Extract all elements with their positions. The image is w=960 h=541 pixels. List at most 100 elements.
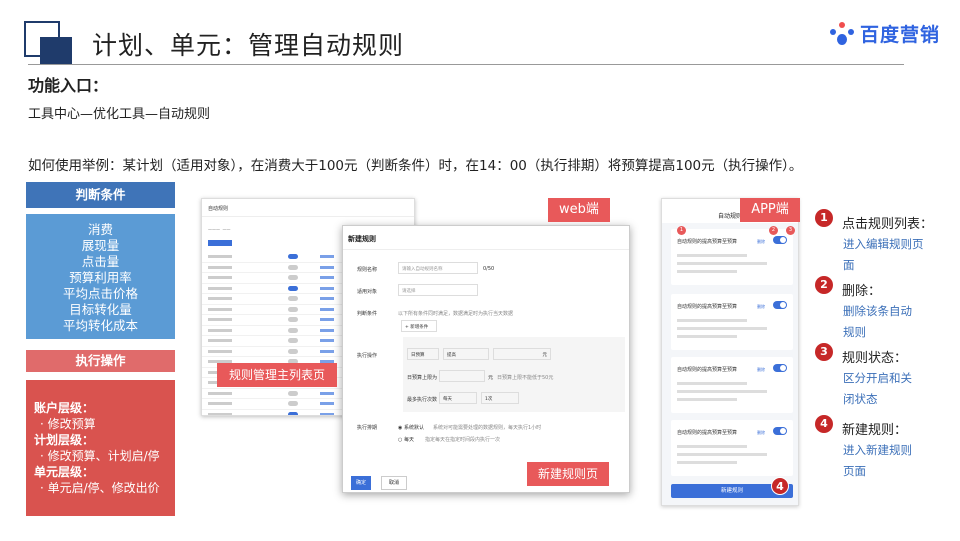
op-cap-hint: 日预算上限不能低于50元 [497, 375, 554, 381]
sched-label: 执行排期 [357, 425, 378, 431]
rule-toggle[interactable] [288, 401, 298, 406]
note-title: 新建规则： [842, 423, 908, 438]
rule-toggle[interactable] [288, 327, 298, 333]
note-desc: 页面 [843, 464, 866, 478]
list-page-tag: 规则管理主列表页 [217, 363, 337, 387]
action-item: · 单元启/停、修改出价 [40, 481, 160, 495]
rule-toggle[interactable] [288, 348, 298, 354]
app-delete-link[interactable]: 删除 [757, 430, 765, 436]
rule-list-title: 自动规则 [202, 199, 414, 217]
rule-toggle[interactable] [288, 285, 298, 291]
action-level: 计划层级： [34, 433, 95, 447]
op-raise-select[interactable]: 提高 [443, 348, 489, 360]
note-title: 点击规则列表： [842, 217, 934, 232]
condition-item: 展现量 [81, 238, 120, 253]
app-rule-card[interactable]: 自动规则的提高预算至预算 删除 [671, 357, 793, 413]
app-card-title: 自动规则的提高预算至预算 [677, 367, 738, 373]
web-tag: web端 [548, 198, 610, 222]
action-level: 账户层级： [34, 401, 95, 415]
app-card-title: 自动规则的提高预算至预算 [677, 430, 738, 436]
app-tag: APP端 [740, 198, 800, 222]
note-number: 3 [815, 343, 833, 361]
rule-toggle[interactable] [288, 275, 298, 280]
header-divider [28, 64, 904, 65]
app-card-title: 自动规则的提高预算至预算 [677, 239, 738, 245]
new-rule-dialog: 新建规则 规则名称 请输入自动规则名称 0/50 适用对象 请选择 判断条件 以… [342, 225, 630, 493]
condition-item: 平均转化成本 [62, 318, 138, 333]
op-cap-input[interactable] [439, 370, 485, 382]
op-times-label: 最多执行次数 [407, 397, 438, 403]
note-title: 规则状态： [842, 351, 908, 366]
condition-item: 点击量 [81, 254, 120, 269]
app-rule-switch[interactable] [773, 364, 787, 372]
cond-label: 判断条件 [357, 311, 378, 317]
rule-toggle[interactable] [288, 338, 298, 343]
app-rule-card[interactable]: 自动规则的提高预算至预算 删除 [671, 229, 793, 285]
logo-text: 百度营销 [860, 24, 941, 46]
op-times-select[interactable]: 1次 [481, 392, 519, 404]
sched-option-default[interactable]: ◉ 系统默认 [398, 424, 424, 431]
note-desc: 区分开启和关 [843, 371, 912, 385]
condition-item: 预算利用率 [69, 270, 132, 285]
target-label: 适用对象 [357, 289, 378, 295]
rule-toggle[interactable] [288, 296, 298, 301]
sched-option-daily[interactable]: ○ 每天 [398, 436, 414, 443]
usage-example: 如何使用举例：某计划（适用对象），在消费大于100元（判断条件）时，在14：00… [28, 158, 803, 174]
condition-item: 平均点击价格 [62, 286, 138, 301]
action-item: · 修改预算、计划启/停 [40, 449, 160, 463]
conditions-heading: 判断条件 [26, 182, 175, 208]
rule-toggle[interactable] [288, 306, 298, 312]
app-rule-switch[interactable] [773, 427, 787, 435]
add-rule-button[interactable] [208, 240, 232, 246]
app-delete-link[interactable]: 删除 [757, 304, 765, 310]
note-desc: 面 [843, 258, 855, 272]
app-rule-card[interactable]: 自动规则的提高预算至预算 删除 [671, 420, 793, 476]
action-item: · 修改预算 [40, 417, 96, 431]
name-count: 0/50 [483, 266, 495, 272]
op-budget-select[interactable]: 日预算 [407, 348, 439, 360]
rule-toggle[interactable] [288, 390, 298, 396]
target-select[interactable]: 请选择 [398, 284, 478, 296]
note-desc: 进入编辑规则页 [843, 237, 924, 251]
app-delete-link[interactable]: 删除 [757, 367, 765, 373]
cond-hint: 以下所有条件同时满足，数据满足时为执行当天数据 [398, 311, 514, 317]
entry-path: 工具中心—优化工具—自动规则 [28, 107, 211, 122]
op-times-freq-select[interactable]: 每天 [439, 392, 477, 404]
cancel-button[interactable]: 取消 [381, 476, 407, 490]
app-delete-link[interactable]: 删除 [757, 239, 765, 245]
op-label: 执行操作 [357, 353, 378, 359]
rule-name-input[interactable]: 请输入自动规则名称 [398, 262, 478, 274]
add-condition-button[interactable]: + 新增条件 [401, 320, 437, 332]
rule-toggle[interactable] [288, 317, 298, 322]
app-badge-1: 1 [677, 226, 686, 235]
app-rule-switch[interactable] [773, 301, 787, 309]
condition-item: 消费 [87, 222, 113, 237]
condition-item: 目标转化量 [69, 302, 132, 317]
page-title: 计划、单元：管理自动规则 [92, 31, 405, 60]
note-title: 删除： [842, 284, 882, 299]
note-desc: 闭状态 [843, 392, 878, 406]
sched-option-default-desc: 系统对可能需要处理的数据规则，每天执行1小时 [433, 425, 542, 431]
note-desc: 删除该条自动 [843, 304, 912, 318]
app-rule-card[interactable]: 自动规则的提高预算至预算 删除 [671, 294, 793, 350]
rule-toggle[interactable] [288, 254, 298, 259]
op-cap-unit: 元 [488, 375, 494, 381]
rule-toggle[interactable] [288, 264, 298, 270]
baidu-logo: 百度营销 [830, 20, 940, 47]
action-level: 单元层级： [34, 465, 95, 479]
entry-heading: 功能入口： [28, 76, 109, 95]
op-amount-input[interactable]: 元 [493, 348, 551, 360]
actions-list: 账户层级： · 修改预算 计划层级： · 修改预算、计划启/停 单元层级： · … [26, 380, 175, 516]
name-label: 规则名称 [357, 267, 378, 273]
note-desc: 规则 [843, 325, 866, 339]
app-card-title: 自动规则的提高预算至预算 [677, 304, 738, 310]
app-badge-3: 3 [786, 226, 795, 235]
baidu-paw-icon [830, 21, 854, 46]
rule-toggle[interactable] [288, 411, 298, 415]
note-number: 1 [815, 209, 833, 227]
conditions-list: 消费 展现量 点击量 预算利用率 平均点击价格 目标转化量 平均转化成本 [26, 214, 175, 339]
app-screenshot: 自动规则 自动规则的提高预算至预算 删除 自动规则的提高预算至预算 删除 自动规则的提高… [661, 198, 799, 506]
app-rule-switch[interactable] [773, 236, 787, 244]
dialog-title: 新建规则 [343, 226, 629, 250]
confirm-button[interactable]: 确定 [351, 476, 371, 490]
